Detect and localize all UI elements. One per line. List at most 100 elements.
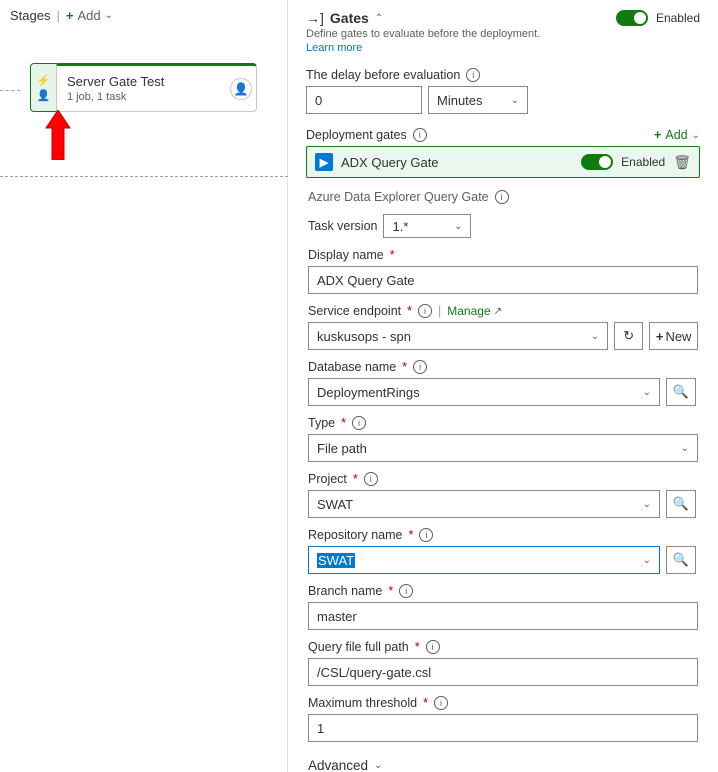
branch-input[interactable] — [308, 602, 698, 630]
pre-deploy-conditions-button[interactable]: ⚡ 👤 — [30, 63, 56, 112]
project-group: Project* i SWAT ⌄ 🔍 — [308, 472, 698, 518]
gate-form-subtitle-row: Azure Data Explorer Query Gate i — [308, 190, 698, 204]
new-service-endpoint-button[interactable]: + New — [649, 322, 698, 350]
stage-card[interactable]: ⚡ 👤 Server Gate Test 1 job, 1 task 👤 — [30, 63, 257, 112]
gates-enabled-toggle[interactable] — [616, 10, 648, 26]
repo-group: Repository name* i SWAT ⌄ 🔍 — [308, 528, 698, 574]
gate-item-title: ADX Query Gate — [341, 155, 439, 170]
type-group: Type* i File path ⌄ — [308, 416, 698, 462]
project-label: Project — [308, 472, 347, 486]
info-icon[interactable]: i — [495, 190, 509, 204]
stage-name: Server Gate Test — [67, 74, 246, 89]
gates-subtext: Define gates to evaluate before the depl… — [306, 28, 700, 40]
bolt-icon: ⚡ — [37, 74, 51, 87]
stage-subtitle: 1 job, 1 task — [67, 91, 246, 103]
info-icon[interactable]: i — [413, 128, 427, 142]
stages-header: Stages | + Add ⌄ — [10, 8, 277, 23]
info-icon[interactable]: i — [399, 584, 413, 598]
chevron-down-icon: ⌄ — [454, 221, 462, 232]
task-version-label: Task version — [308, 219, 377, 233]
search-button[interactable]: 🔍 — [666, 546, 696, 574]
service-endpoint-value: kuskusops - spn — [317, 329, 411, 344]
gates-pane: →] Gates ⌃ Enabled Define gates to evalu… — [288, 0, 718, 772]
enter-icon: →] — [306, 10, 324, 26]
service-endpoint-select[interactable]: kuskusops - spn ⌄ — [308, 322, 608, 350]
delay-row: Minutes ⌄ — [306, 86, 700, 114]
task-version-select[interactable]: 1.* ⌄ — [383, 214, 471, 238]
dg-label-row: Deployment gates i — [306, 128, 427, 142]
gate-item[interactable]: ▶ ADX Query Gate Enabled 🗑 — [306, 146, 700, 178]
advanced-label: Advanced — [308, 758, 368, 772]
info-icon[interactable]: i — [419, 528, 433, 542]
gates-toggle-wrap: Enabled — [616, 10, 700, 26]
refresh-button[interactable]: ↻ — [614, 322, 643, 350]
person-outline-icon: 👤 — [234, 82, 249, 96]
branch-group: Branch name* i — [308, 584, 698, 630]
repo-label: Repository name — [308, 528, 403, 542]
advanced-section-toggle[interactable]: Advanced ⌄ — [308, 758, 698, 772]
database-value: DeploymentRings — [317, 385, 420, 400]
chevron-down-icon: ⌄ — [643, 499, 651, 510]
delay-value-input[interactable] — [306, 86, 422, 114]
gate-item-right: Enabled 🗑 — [581, 154, 691, 171]
info-icon[interactable]: i — [364, 472, 378, 486]
repo-value: SWAT — [317, 553, 355, 568]
add-gate-button[interactable]: + Add ⌄ — [654, 128, 700, 142]
connector-line — [0, 90, 20, 91]
info-icon[interactable]: i — [434, 696, 448, 710]
gate-form-subtitle: Azure Data Explorer Query Gate — [308, 190, 489, 204]
gate-item-left: ▶ ADX Query Gate — [315, 153, 439, 171]
threshold-label: Maximum threshold — [308, 696, 417, 710]
type-select[interactable]: File path ⌄ — [308, 434, 698, 462]
stages-title: Stages — [10, 8, 50, 23]
annotation-arrow — [40, 110, 76, 163]
delay-section: The delay before evaluation i Minutes ⌄ — [306, 68, 700, 114]
database-group: Database name* i DeploymentRings ⌄ 🔍 — [308, 360, 698, 406]
info-icon[interactable]: i — [418, 304, 432, 318]
type-value: File path — [317, 441, 367, 456]
database-label: Database name — [308, 360, 396, 374]
service-endpoint-group: Service endpoint* i | Manage ↗ kuskusops… — [308, 304, 698, 350]
queryfile-group: Query file full path* i — [308, 640, 698, 686]
chevron-down-icon: ⌄ — [643, 387, 651, 398]
delay-label: The delay before evaluation — [306, 68, 460, 82]
connector-bottom — [0, 176, 288, 177]
task-version-row: Task version 1.* ⌄ — [308, 214, 698, 238]
gates-header-left[interactable]: →] Gates ⌃ — [306, 10, 383, 26]
database-select[interactable]: DeploymentRings ⌄ — [308, 378, 660, 406]
threshold-input[interactable] — [308, 714, 698, 742]
plus-icon: + — [66, 8, 74, 23]
info-icon[interactable]: i — [466, 68, 480, 82]
gates-enabled-label: Enabled — [656, 11, 700, 25]
stage-body[interactable]: Server Gate Test 1 job, 1 task 👤 — [56, 63, 257, 112]
info-icon[interactable]: i — [413, 360, 427, 374]
display-name-group: Display name* — [308, 248, 698, 294]
chevron-down-icon: ⌄ — [692, 130, 700, 141]
project-select[interactable]: SWAT ⌄ — [308, 490, 660, 518]
service-endpoint-label: Service endpoint — [308, 304, 401, 318]
external-link-icon: ↗ — [494, 306, 502, 317]
repo-select[interactable]: SWAT ⌄ — [308, 546, 660, 574]
delete-gate-button[interactable]: 🗑 — [673, 154, 691, 171]
threshold-group: Maximum threshold* i — [308, 696, 698, 742]
gates-header-row: →] Gates ⌃ Enabled — [306, 10, 700, 26]
person-icon: 👤 — [37, 89, 51, 102]
gate-form: Azure Data Explorer Query Gate i Task ve… — [306, 178, 700, 772]
add-gate-label: Add — [665, 128, 687, 142]
manage-link[interactable]: Manage ↗ — [447, 304, 502, 318]
queryfile-input[interactable] — [308, 658, 698, 686]
search-button[interactable]: 🔍 — [666, 378, 696, 406]
info-icon[interactable]: i — [352, 416, 366, 430]
search-button[interactable]: 🔍 — [666, 490, 696, 518]
type-label: Type — [308, 416, 335, 430]
info-icon[interactable]: i — [426, 640, 440, 654]
delay-unit-select[interactable]: Minutes ⌄ — [428, 86, 528, 114]
chevron-down-icon: ⌄ — [511, 95, 519, 106]
add-stage-button[interactable]: + Add ⌄ — [66, 8, 113, 23]
post-deploy-approver-button[interactable]: 👤 — [230, 78, 252, 100]
gate-item-enabled-toggle[interactable] — [581, 154, 613, 170]
display-name-input[interactable] — [308, 266, 698, 294]
divider: | — [56, 8, 59, 23]
project-value: SWAT — [317, 497, 353, 512]
learn-more-link[interactable]: Learn more — [306, 42, 700, 54]
